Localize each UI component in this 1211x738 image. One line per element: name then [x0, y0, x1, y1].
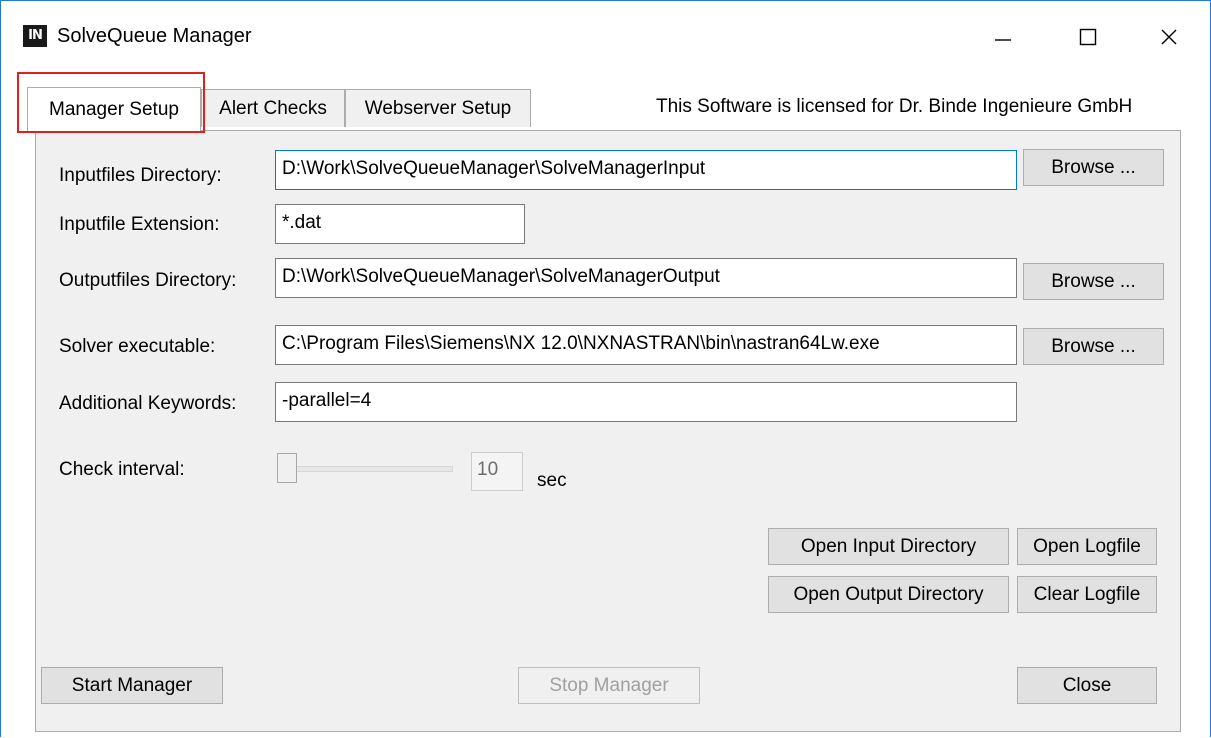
- check-interval-slider-track[interactable]: [287, 466, 453, 472]
- tab-alert-checks[interactable]: Alert Checks: [201, 89, 345, 127]
- close-icon[interactable]: [1139, 15, 1199, 59]
- close-button[interactable]: Close: [1017, 667, 1157, 704]
- inputfile-extension-label: Inputfile Extension:: [59, 214, 220, 235]
- inputfiles-directory-label: Inputfiles Directory:: [59, 165, 222, 186]
- check-interval-value: 10: [471, 452, 523, 491]
- window-title: SolveQueue Manager: [57, 25, 252, 47]
- clear-logfile-button[interactable]: Clear Logfile: [1017, 576, 1157, 613]
- title-bar[interactable]: IN SolveQueue Manager: [1, 1, 1210, 67]
- start-manager-button[interactable]: Start Manager: [41, 667, 223, 704]
- open-input-directory-button[interactable]: Open Input Directory: [768, 528, 1009, 565]
- open-output-directory-button[interactable]: Open Output Directory: [768, 576, 1009, 613]
- check-interval-unit: sec: [537, 470, 567, 491]
- additional-keywords-field[interactable]: -parallel=4: [275, 382, 1017, 422]
- check-interval-slider-thumb[interactable]: [277, 453, 297, 483]
- inputfile-extension-field[interactable]: *.dat: [275, 204, 525, 244]
- solver-executable-label: Solver executable:: [59, 336, 216, 357]
- license-text: This Software is licensed for Dr. Binde …: [656, 96, 1133, 117]
- browse-input-button[interactable]: Browse ...: [1023, 149, 1164, 186]
- app-window: IN SolveQueue Manager Manager Setup Aler…: [0, 0, 1211, 737]
- additional-keywords-label: Additional Keywords:: [59, 393, 237, 414]
- outputfiles-directory-label: Outputfiles Directory:: [59, 270, 237, 291]
- tab-webserver-setup[interactable]: Webserver Setup: [345, 89, 531, 127]
- browse-solver-button[interactable]: Browse ...: [1023, 328, 1164, 365]
- check-interval-label: Check interval:: [59, 459, 185, 480]
- app-logo-icon: IN: [23, 25, 47, 47]
- browse-output-button[interactable]: Browse ...: [1023, 263, 1164, 300]
- solver-executable-field[interactable]: C:\Program Files\Siemens\NX 12.0\NXNASTR…: [275, 325, 1017, 365]
- minimize-icon[interactable]: [973, 15, 1033, 59]
- open-logfile-button[interactable]: Open Logfile: [1017, 528, 1157, 565]
- inputfiles-directory-field[interactable]: D:\Work\SolveQueueManager\SolveManagerIn…: [275, 150, 1017, 190]
- outputfiles-directory-field[interactable]: D:\Work\SolveQueueManager\SolveManagerOu…: [275, 258, 1017, 298]
- maximize-icon[interactable]: [1058, 15, 1118, 59]
- stop-manager-button: Stop Manager: [518, 667, 700, 704]
- tab-manager-setup[interactable]: Manager Setup: [27, 87, 201, 131]
